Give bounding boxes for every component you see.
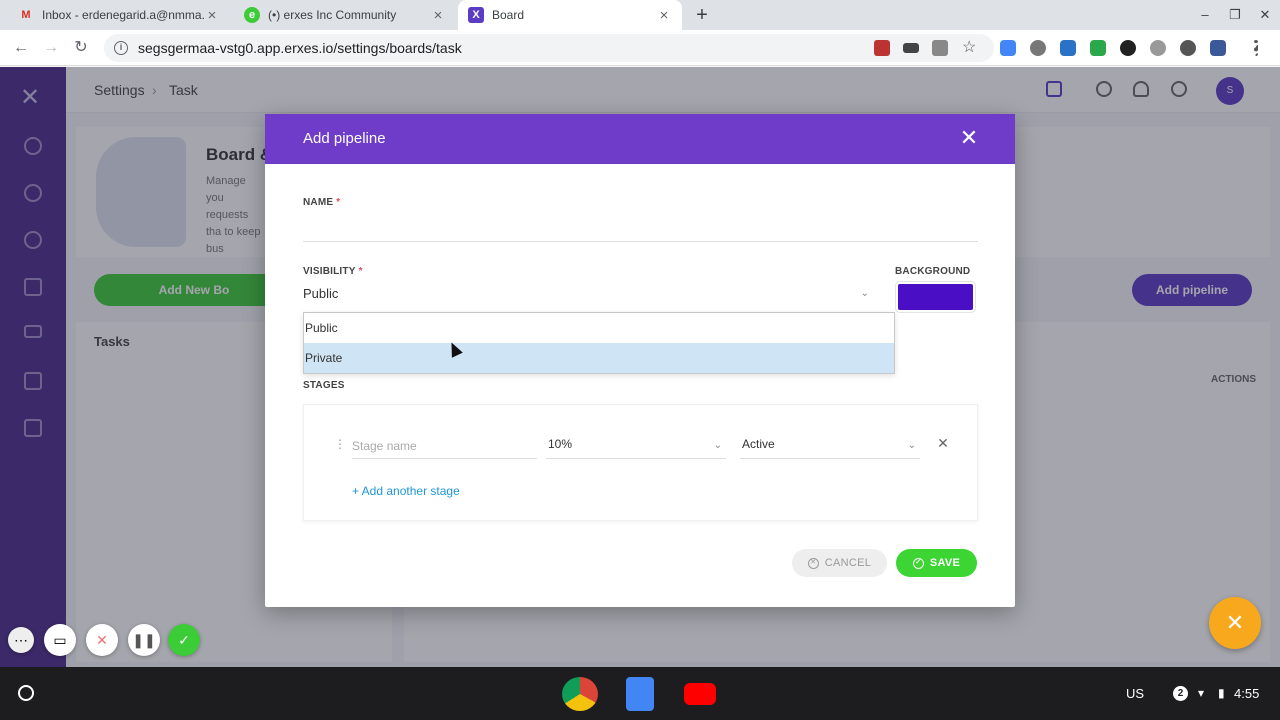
facebook-icon[interactable]	[1210, 40, 1226, 56]
tab-inbox[interactable]: M Inbox - erdenegarid.a@nmma.co ×	[8, 0, 230, 30]
name-label: NAME *	[303, 197, 341, 208]
extension-icon[interactable]	[1000, 40, 1016, 56]
new-tab-button[interactable]: +	[692, 4, 712, 27]
discard-icon[interactable]: ✕	[86, 624, 118, 656]
tab-board[interactable]: X Board ×	[458, 0, 682, 30]
back-icon[interactable]: ←	[10, 37, 32, 59]
docs-app-icon[interactable]	[626, 677, 654, 711]
close-icon[interactable]: ×	[204, 7, 220, 24]
close-icon[interactable]: ×	[656, 7, 672, 24]
screen: M Inbox - erdenegarid.a@nmma.co × e (•) …	[0, 0, 1280, 720]
stages-label: STAGES	[303, 380, 345, 391]
reload-icon[interactable]: ↻	[70, 37, 92, 59]
extension-icon[interactable]	[1180, 40, 1196, 56]
visibility-label: VISIBILITY *	[303, 266, 363, 277]
restore-icon[interactable]: ❐	[1225, 7, 1245, 23]
battery-icon[interactable]: ▮	[1218, 667, 1225, 720]
check-circle-icon: ✓	[912, 557, 924, 569]
tab-title: Inbox - erdenegarid.a@nmma.co	[42, 8, 204, 22]
save-button[interactable]: ✓ SAVE	[896, 549, 977, 577]
clock[interactable]: 4:55	[1234, 667, 1259, 720]
more-icon[interactable]: ⋯	[8, 627, 34, 653]
remove-stage-icon[interactable]: ✕	[936, 435, 950, 452]
close-icon[interactable]: ✕	[957, 126, 981, 150]
extension-icon[interactable]	[1120, 40, 1136, 56]
add-pipeline-modal: Add pipeline ✕ NAME * VISIBILITY * Public …	[265, 114, 1015, 607]
probability-select[interactable]: 10% ⌄	[546, 433, 726, 459]
chevron-down-icon: ⌄	[713, 440, 722, 451]
minimize-icon[interactable]: –	[1195, 7, 1215, 22]
modal-title: Add pipeline	[303, 130, 386, 147]
chevron-down-icon: ⌄	[907, 440, 916, 451]
tab-community[interactable]: e (•) erxes Inc Community ×	[234, 0, 456, 30]
background-label: BACKGROUND	[895, 266, 971, 277]
star-icon[interactable]: ☆	[962, 40, 978, 56]
visibility-value: Public	[303, 286, 339, 301]
launcher-icon[interactable]	[18, 685, 34, 701]
os-shelf: US 2 ▾ ▮ 4:55	[0, 667, 1280, 720]
modal-header: Add pipeline ✕	[265, 114, 1015, 164]
add-another-stage-link[interactable]: + Add another stage	[352, 484, 460, 498]
option-private[interactable]: Private	[304, 343, 894, 373]
chevron-down-icon: ⌄	[860, 288, 869, 299]
erxes-icon: e	[244, 7, 260, 23]
chrome-app-icon[interactable]	[562, 677, 598, 711]
menu-icon[interactable]	[1254, 40, 1258, 56]
pause-icon[interactable]: ❚❚	[128, 624, 160, 656]
status-value: Active	[742, 437, 775, 451]
status-select[interactable]: Active ⌄	[740, 433, 920, 459]
camera-icon[interactable]	[903, 43, 919, 53]
cancel-button[interactable]: ✕ CANCEL	[792, 549, 887, 577]
cancel-label: CANCEL	[824, 557, 872, 569]
finish-icon[interactable]: ✓	[168, 624, 200, 656]
option-public[interactable]: Public	[304, 313, 894, 343]
visibility-dropdown: Public Private	[303, 312, 895, 374]
screen-record-icon[interactable]: ▭	[44, 624, 76, 656]
extension-icon[interactable]	[1060, 40, 1076, 56]
drag-handle-icon[interactable]: ⋮	[334, 437, 346, 451]
site-info-icon[interactable]: i	[114, 41, 128, 55]
input-locale[interactable]: US	[1126, 667, 1144, 720]
gmail-icon: M	[21, 9, 31, 21]
probability-value: 10%	[548, 437, 573, 451]
window-close-icon[interactable]: ✕	[1255, 7, 1275, 23]
erxes-logo-icon: X	[468, 7, 484, 23]
wifi-icon[interactable]: ▾	[1198, 667, 1204, 720]
youtube-app-icon[interactable]	[684, 683, 716, 705]
url-text: segsgermaa-vstg0.app.erxes.io/settings/b…	[138, 40, 462, 56]
tab-title: (•) erxes Inc Community	[268, 8, 397, 22]
erxes-messenger-fab[interactable]: ✕	[1209, 597, 1261, 649]
browser-toolbar: ← → ↻ i segsgermaa-vstg0.app.erxes.io/se…	[0, 30, 1280, 66]
forward-icon[interactable]: →	[40, 37, 62, 59]
background-color-swatch[interactable]	[898, 284, 973, 310]
notification-count-badge[interactable]: 2	[1173, 686, 1188, 701]
extension-icon[interactable]	[1030, 40, 1046, 56]
blocked-icon[interactable]	[874, 40, 890, 56]
visibility-select[interactable]: Public ⌄	[303, 286, 873, 308]
extension-icon[interactable]	[1090, 40, 1106, 56]
cancel-circle-icon: ✕	[807, 557, 819, 569]
extension-icon[interactable]	[1150, 40, 1166, 56]
pipeline-name-input[interactable]	[303, 216, 978, 242]
tab-title: Board	[492, 8, 525, 22]
stages-container: ⋮ 10% ⌄ Active ⌄ ✕ + Add another stage	[303, 404, 978, 521]
stage-name-input[interactable]	[352, 433, 537, 459]
translate-icon[interactable]	[932, 40, 948, 56]
address-bar[interactable]: i segsgermaa-vstg0.app.erxes.io/settings…	[104, 34, 994, 62]
browser-tabstrip: M Inbox - erdenegarid.a@nmma.co × e (•) …	[0, 0, 1280, 30]
close-icon[interactable]: ×	[430, 7, 446, 24]
save-label: SAVE	[929, 557, 961, 569]
